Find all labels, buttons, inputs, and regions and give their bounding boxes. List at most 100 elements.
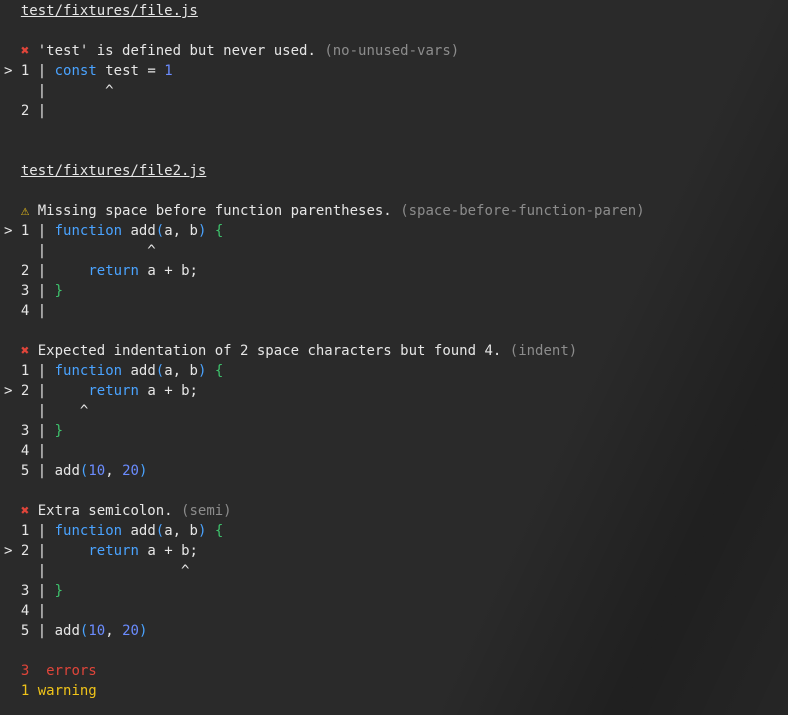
gutter-bar: | <box>37 403 47 419</box>
file-path-line: test/fixtures/file2.js <box>4 161 206 181</box>
line-marker <box>4 103 12 119</box>
warnings-count: 1 <box>20 683 30 699</box>
line-number: 2 <box>20 543 30 559</box>
line-number: 1 <box>20 523 30 539</box>
message-text: Extra semicolon. <box>37 503 173 519</box>
line-number: 4 <box>20 603 30 619</box>
line-marker <box>4 623 12 639</box>
summary-warnings: 1 warning <box>4 681 97 701</box>
gutter-bar: | <box>37 283 47 299</box>
code-line: 3 | } <box>4 581 63 601</box>
rule-id: (space-before-function-paren) <box>400 203 645 219</box>
caret-pointer: ^ <box>46 243 156 259</box>
caret-pointer: ^ <box>46 403 89 419</box>
gutter-bar: | <box>37 463 47 479</box>
code-line: 5 | add(10, 20) <box>4 621 148 641</box>
caret-line: | ^ <box>4 81 114 101</box>
code-text: } <box>54 283 64 299</box>
line-marker <box>4 603 12 619</box>
line-marker <box>4 263 12 279</box>
line-marker: > <box>4 543 13 559</box>
gutter-bar: | <box>37 523 47 539</box>
code-line: > 1 | function add(a, b) { <box>4 221 223 241</box>
rule-id: (no-unused-vars) <box>324 43 460 59</box>
code-line: > 2 | return a + b; <box>4 541 198 561</box>
code-line: 2 | <box>4 101 46 121</box>
line-number: 5 <box>20 623 30 639</box>
caret-pointer: ^ <box>46 83 114 99</box>
line-number: 5 <box>20 463 30 479</box>
error-icon: ✖ <box>20 343 30 359</box>
code-text: return a + b; <box>88 543 198 559</box>
file-path: test/fixtures/file.js <box>20 3 198 19</box>
warnings-label: warning <box>37 683 97 699</box>
code-text: return a + b; <box>88 383 198 399</box>
line-marker: > <box>4 383 13 399</box>
line-number: 2 <box>20 263 30 279</box>
code-text: } <box>54 423 64 439</box>
rule-id: (indent) <box>509 343 578 359</box>
code-line: 4 | <box>4 441 46 461</box>
gutter-bar: | <box>37 103 47 119</box>
gutter-bar: | <box>37 443 47 459</box>
line-marker: > <box>4 63 13 79</box>
error-icon: ✖ <box>20 43 30 59</box>
gutter-bar: | <box>37 63 47 79</box>
line-marker <box>4 303 12 319</box>
line-marker <box>4 523 12 539</box>
code-text: add(10, 20) <box>54 623 148 639</box>
caret-line: | ^ <box>4 561 190 581</box>
gutter-bar: | <box>37 363 47 379</box>
line-marker <box>4 443 12 459</box>
errors-count: 3 <box>20 663 30 679</box>
line-number: 3 <box>20 283 30 299</box>
message-text: Expected indentation of 2 space characte… <box>37 343 502 359</box>
gutter-bar: | <box>37 563 47 579</box>
line-marker <box>4 283 12 299</box>
code-line: 4 | <box>4 601 46 621</box>
line-number: 4 <box>20 303 30 319</box>
gutter-bar: | <box>37 243 47 259</box>
code-line: 3 | } <box>4 281 63 301</box>
gutter-bar: | <box>37 583 47 599</box>
caret-line: | ^ <box>4 401 89 421</box>
warning-message: ⚠ Missing space before function parenthe… <box>4 201 645 221</box>
line-number: 4 <box>20 443 30 459</box>
errors-label: errors <box>46 663 97 679</box>
code-line: 2 | return a + b; <box>4 261 198 281</box>
code-text: return a + b; <box>88 263 198 279</box>
warning-icon: ⚠ <box>20 203 30 219</box>
code-line: 3 | } <box>4 421 63 441</box>
code-line: 1 | function add(a, b) { <box>4 521 223 541</box>
message-text: 'test' is defined but never used. <box>37 43 316 59</box>
code-text: const test = 1 <box>54 63 173 79</box>
line-marker <box>4 423 12 439</box>
code-text: add(10, 20) <box>54 463 148 479</box>
line-marker <box>4 363 12 379</box>
gutter-bar: | <box>37 303 47 319</box>
gutter-bar: | <box>37 603 47 619</box>
code-line: > 2 | return a + b; <box>4 381 198 401</box>
line-number: 3 <box>20 423 30 439</box>
code-text: function add(a, b) { <box>54 223 224 239</box>
error-icon: ✖ <box>20 503 30 519</box>
line-number: 2 <box>20 383 30 399</box>
gutter-bar: | <box>37 543 47 559</box>
line-marker <box>4 583 12 599</box>
error-message: ✖ Extra semicolon. (semi) <box>4 501 232 521</box>
gutter-bar: | <box>37 383 47 399</box>
code-text: } <box>54 583 64 599</box>
line-number: 2 <box>20 103 30 119</box>
terminal-output: test/fixtures/file.js ✖ 'test' is define… <box>0 0 788 715</box>
code-text: function add(a, b) { <box>54 523 224 539</box>
summary-errors: 3 errors <box>4 661 97 681</box>
line-number: 1 <box>20 223 30 239</box>
caret-pointer: ^ <box>46 563 190 579</box>
line-marker <box>4 463 12 479</box>
code-line: 4 | <box>4 301 46 321</box>
error-message: ✖ Expected indentation of 2 space charac… <box>4 341 577 361</box>
code-line: 5 | add(10, 20) <box>4 461 148 481</box>
gutter-bar: | <box>37 83 47 99</box>
code-text: function add(a, b) { <box>54 363 224 379</box>
line-number: 1 <box>20 63 30 79</box>
